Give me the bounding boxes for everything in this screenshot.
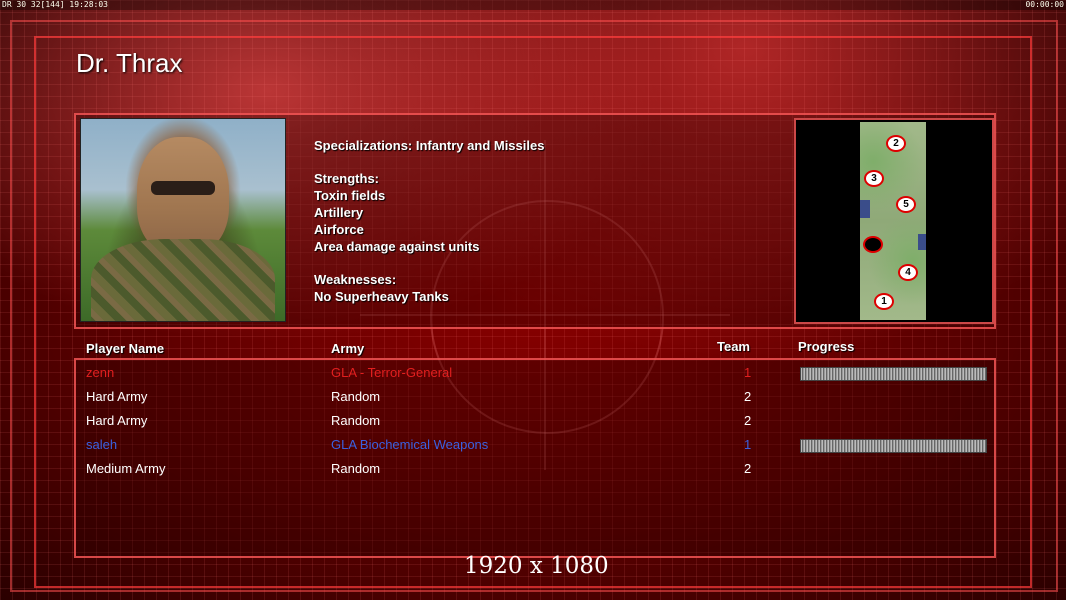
general-portrait — [80, 118, 286, 322]
player-name: saleh — [86, 437, 118, 452]
header-progress: Progress — [798, 339, 855, 354]
player-team: 2 — [744, 461, 752, 476]
strength-item: Artillery — [314, 205, 364, 220]
player-team: 2 — [744, 413, 752, 428]
player-team: 1 — [744, 365, 752, 380]
hud-clock: 00:00:00 — [1025, 0, 1064, 9]
player-row: Hard Army Random 2 — [0, 409, 1066, 433]
strengths-label: Strengths: — [314, 171, 379, 186]
general-name: Dr. Thrax — [76, 48, 183, 78]
player-army: Random — [331, 461, 381, 476]
minimap-frame: 2 3 5 4 1 — [794, 118, 994, 324]
hud-stats: DR 30 32[144] 19:28:03 — [2, 0, 108, 9]
weaknesses-label: Weaknesses: — [314, 272, 397, 287]
start-position-marker: 1 — [874, 293, 894, 310]
player-army: Random — [331, 389, 381, 404]
player-name: Hard Army — [86, 389, 148, 404]
strength-item: Airforce — [314, 222, 364, 237]
start-position-marker: 4 — [898, 264, 918, 281]
player-row: Hard Army Random 2 — [0, 385, 1066, 409]
header-team: Team — [717, 339, 750, 354]
portrait-head — [137, 137, 229, 255]
player-army: GLA - Terror-General — [331, 365, 453, 380]
map-water — [918, 234, 926, 250]
start-position-marker: 5 — [896, 196, 916, 213]
player-team: 1 — [744, 437, 752, 452]
player-name: Medium Army — [86, 461, 166, 476]
strength-item: Toxin fields — [314, 188, 386, 203]
start-position-marker: 3 — [864, 170, 884, 187]
player-name: Hard Army — [86, 413, 148, 428]
resolution-label: 1920 x 1080 — [464, 553, 609, 579]
loading-progress-bar — [800, 367, 987, 381]
start-position-marker: 2 — [886, 135, 906, 152]
player-army: GLA Biochemical Weapons — [331, 437, 489, 452]
portrait-body — [91, 239, 275, 321]
loading-progress-bar — [800, 439, 987, 453]
strength-item: Area damage against units — [314, 239, 480, 254]
specialization-text: Specializations: Infantry and Missiles — [314, 138, 545, 153]
minimap: 2 3 5 4 1 — [860, 122, 926, 320]
header-army: Army — [331, 341, 365, 356]
player-team: 2 — [744, 389, 752, 404]
player-row: zenn GLA - Terror-General 1 — [0, 361, 1066, 385]
player-row: Medium Army Random 2 — [0, 457, 1066, 481]
start-position-marker — [863, 236, 883, 253]
hud-bar: DR 30 32[144] 19:28:03 00:00:00 — [0, 0, 1066, 10]
weakness-item: No Superheavy Tanks — [314, 289, 449, 304]
player-row: saleh GLA Biochemical Weapons 1 — [0, 433, 1066, 457]
general-specs: Specializations: Infantry and Missiles S… — [314, 137, 754, 305]
map-water — [860, 200, 870, 218]
player-name: zenn — [86, 365, 115, 380]
header-player-name: Player Name — [86, 341, 165, 356]
portrait-eyes — [151, 181, 215, 195]
player-army: Random — [331, 413, 381, 428]
